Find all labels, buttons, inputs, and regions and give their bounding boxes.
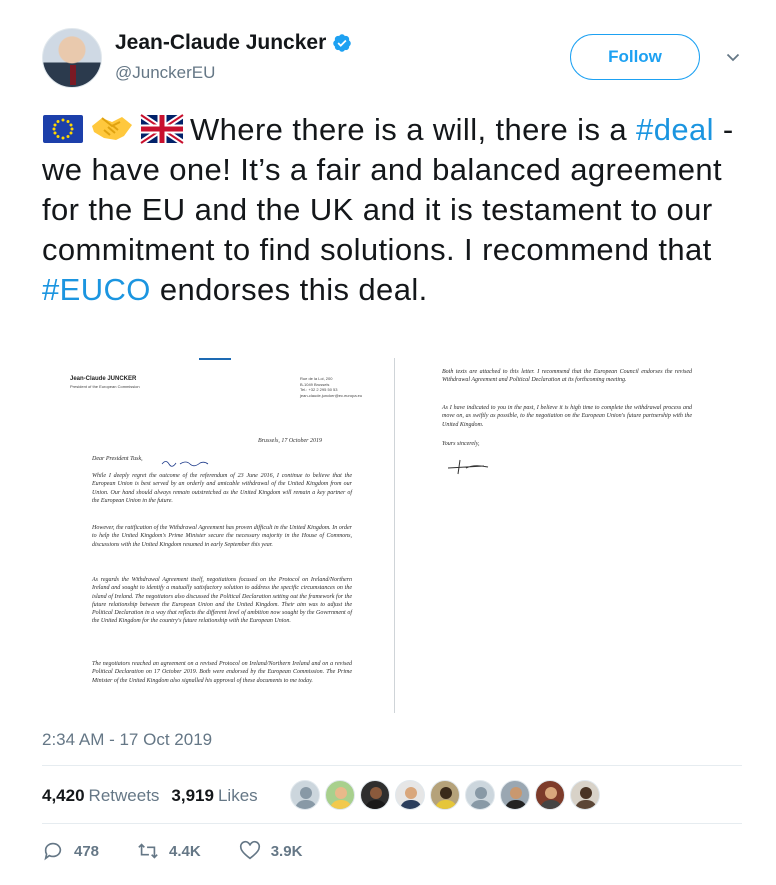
liker-avatar[interactable] <box>570 780 600 810</box>
author-avatar[interactable] <box>42 28 102 88</box>
handshake-icon <box>92 117 132 140</box>
letter-paragraph-2: However, the ratification of the Withdra… <box>92 525 352 548</box>
letter-paragraph-4: The negotiators reached an agreement on … <box>92 661 352 684</box>
letter-date: Brussels, 17 October 2019 <box>258 438 322 444</box>
retweet-count: 4.4K <box>169 842 201 860</box>
tweet-text: Where there is a will, there is a #deal … <box>42 110 742 310</box>
media-indicator <box>199 358 231 360</box>
follow-button[interactable]: Follow <box>570 34 700 80</box>
liker-avatar[interactable] <box>325 780 355 810</box>
letter-page2-paragraph-1: Both texts are attached to this letter. … <box>442 369 692 384</box>
likes-label[interactable]: Likes <box>218 786 258 806</box>
inline-signature-icon <box>161 461 209 467</box>
letter-address: Rue de la Loi, 200 B-1049 Brussels Tel.:… <box>300 376 363 398</box>
reply-count: 478 <box>74 842 100 860</box>
letter-page-1[interactable]: Jean-Claude JUNCKER President of the Eur… <box>42 364 394 710</box>
retweet-icon <box>138 843 158 859</box>
letter-page2-paragraph-2: As I have indicated to you in the past, … <box>442 405 692 428</box>
liker-avatar[interactable] <box>500 780 530 810</box>
page-divider <box>394 358 395 713</box>
likes-count[interactable]: 3,919 <box>171 786 214 806</box>
like-count: 3.9K <box>270 842 303 860</box>
heart-icon <box>239 840 260 860</box>
liker-avatar[interactable] <box>360 780 390 810</box>
tweet-stats: 4,420 Retweets 3,919 Likes <box>42 786 270 806</box>
tweet-text-part3: endorses this deal. <box>159 272 428 307</box>
tweet-header: Jean-Claude Juncker @JunckerEU Follow <box>42 28 742 90</box>
tweet-media[interactable]: Jean-Claude JUNCKER President of the Eur… <box>42 358 742 713</box>
letter-page-2[interactable]: Both texts are attached to this letter. … <box>398 364 742 710</box>
retweets-label[interactable]: Retweets <box>89 786 160 806</box>
letter-sender: Jean-Claude JUNCKER <box>70 376 137 382</box>
author-handle[interactable]: @JunckerEU <box>115 63 215 83</box>
hashtag-deal-link[interactable]: #deal <box>636 112 714 147</box>
liker-avatar[interactable] <box>395 780 425 810</box>
author-display-name[interactable]: Jean-Claude Juncker <box>115 31 326 55</box>
signature-icon <box>447 459 489 475</box>
hashtag-euco-link[interactable]: #EUCO <box>42 272 151 307</box>
letter-paragraph-3: As regards the Withdrawal Agreement itse… <box>92 577 352 625</box>
tweet-timestamp[interactable]: 2:34 AM - 17 Oct 2019 <box>42 730 212 750</box>
divider-top <box>42 765 742 766</box>
reply-icon <box>44 842 62 861</box>
author-name-row[interactable]: Jean-Claude Juncker <box>115 31 352 55</box>
liker-avatar[interactable] <box>535 780 565 810</box>
divider-bottom <box>42 823 742 824</box>
verified-badge-icon <box>333 34 352 52</box>
eu-flag-icon <box>43 115 83 143</box>
liker-avatar[interactable] <box>290 780 320 810</box>
liker-avatars <box>290 780 605 810</box>
chevron-down-icon[interactable] <box>726 50 740 64</box>
retweet-button[interactable]: 4.4K <box>137 840 201 862</box>
reply-button[interactable]: 478 <box>42 840 99 862</box>
letter-paragraph-1: While I deeply regret the outcome of the… <box>92 473 352 504</box>
like-button[interactable]: 3.9K <box>239 840 303 862</box>
letter-closing: Yours sincerely, <box>442 441 480 447</box>
uk-flag-icon <box>140 114 184 144</box>
tweet-text-part1: Where there is a will, there is a <box>190 112 628 147</box>
retweets-count[interactable]: 4,420 <box>42 786 85 806</box>
letter-salutation: Dear President Tusk, <box>92 456 143 462</box>
liker-avatar[interactable] <box>430 780 460 810</box>
letter-sender-title: President of the European Commission <box>70 384 140 389</box>
liker-avatar[interactable] <box>465 780 495 810</box>
tweet-actions: 478 4.4K 3.9K <box>42 840 340 862</box>
